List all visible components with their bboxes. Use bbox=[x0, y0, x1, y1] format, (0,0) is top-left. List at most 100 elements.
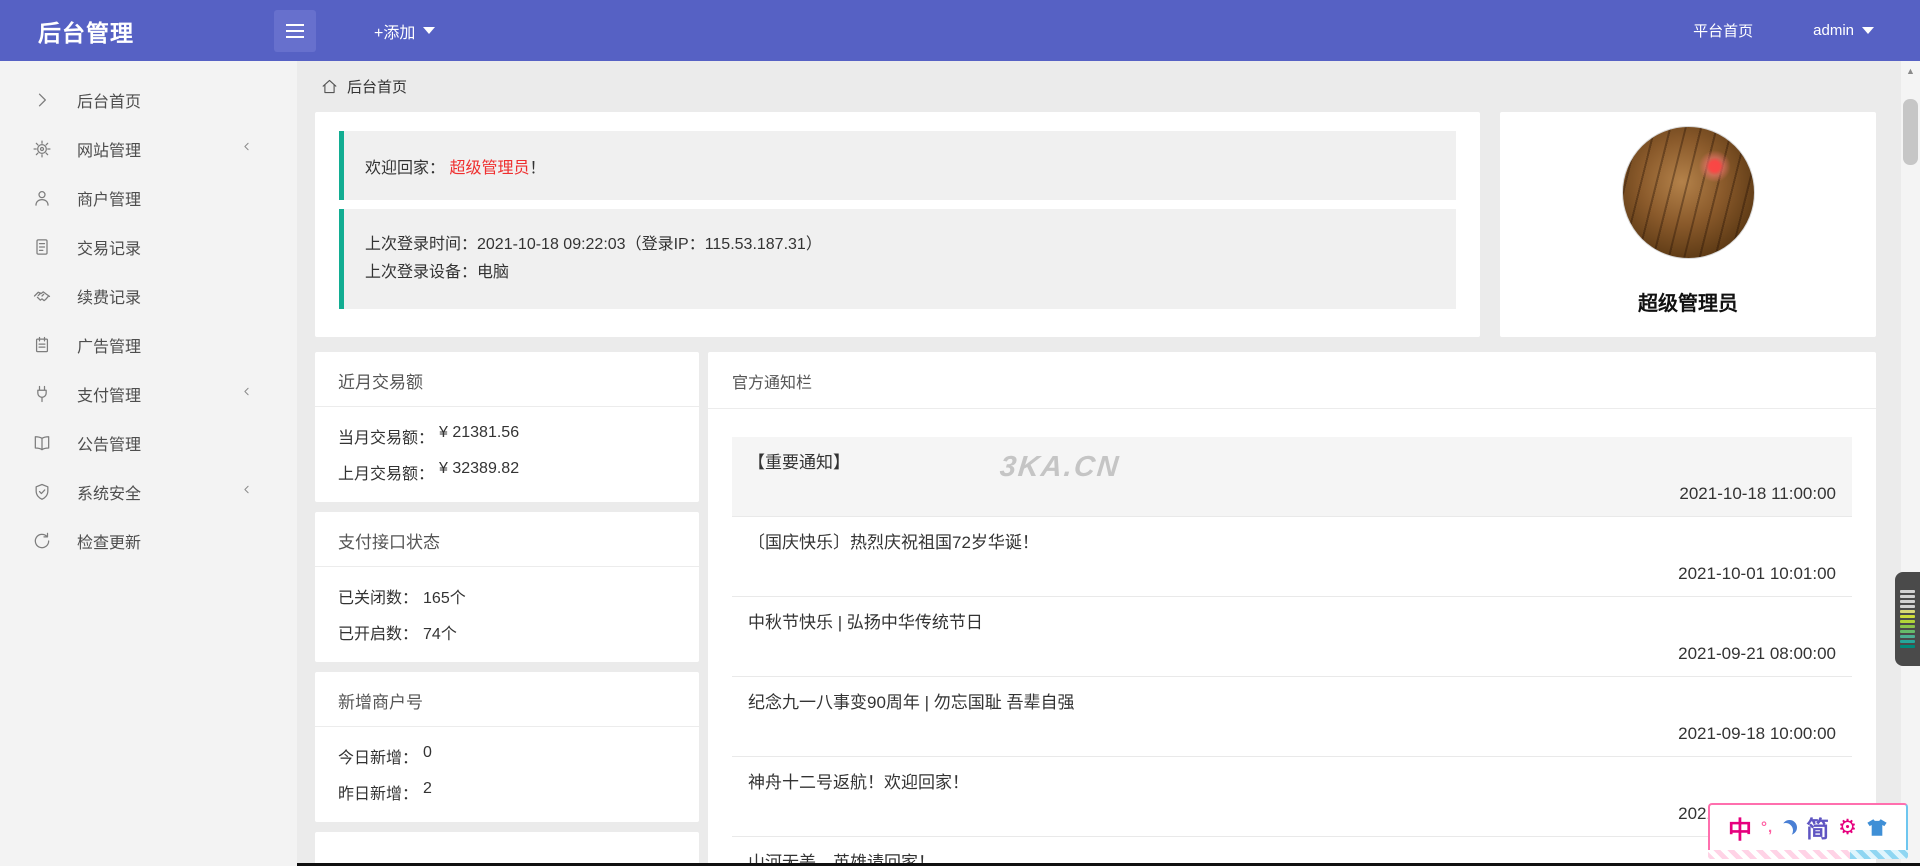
sidebar-item-site-management[interactable]: 网站管理 bbox=[0, 124, 297, 173]
last-login-time: 上次登录时间：2021-10-18 09:22:03（登录IP：115.53.1… bbox=[365, 236, 822, 253]
badge-stripe-band-right bbox=[1850, 850, 1908, 859]
watermark-text: 3KA.CN bbox=[998, 451, 1122, 483]
welcome-suffix: ！ bbox=[529, 159, 546, 177]
stat-value: ¥ 21381.56 bbox=[439, 424, 520, 441]
main-area: 后台首页 欢迎回家： 超级管理员！ 上次登录时间：2021-10-18 09:2… bbox=[297, 61, 1920, 866]
profile-card: 超级管理员 bbox=[1500, 112, 1876, 337]
sidebar-nav: 后台首页 网站管理 商户管理 交易记录 续费记录 广告管理 支付管理 公告管理 … bbox=[0, 61, 297, 866]
sidebar-item-label: 商户管理 bbox=[77, 191, 142, 209]
stat-line: 已关闭数： 165个 bbox=[338, 584, 676, 608]
shield-check-icon bbox=[31, 481, 52, 502]
notepad-icon bbox=[31, 334, 52, 355]
navbar-right: 平台首页 admin bbox=[1693, 20, 1920, 41]
sidebar-item-label: 交易记录 bbox=[77, 240, 142, 258]
stat-value: 0 bbox=[423, 744, 432, 761]
stat-line: 今日新增： 0 bbox=[338, 744, 676, 768]
equalizer-widget[interactable] bbox=[1895, 572, 1920, 666]
chevron-right-icon bbox=[31, 89, 52, 110]
stat-value: 74个 bbox=[423, 626, 457, 643]
add-button[interactable]: +添加 bbox=[374, 19, 436, 43]
sidebar-item-label: 支付管理 bbox=[77, 387, 142, 405]
sidebar-item-dashboard[interactable]: 后台首页 bbox=[0, 75, 297, 124]
top-navbar: 后台管理 +添加 平台首页 admin bbox=[0, 0, 1920, 61]
sidebar-item-announcement-management[interactable]: 公告管理 bbox=[0, 418, 297, 467]
moon-icon[interactable] bbox=[1782, 820, 1797, 835]
stat-label: 昨日新增： bbox=[338, 786, 419, 803]
breadcrumb-home-link[interactable]: 后台首页 bbox=[347, 76, 407, 97]
stat-label: 今日新增： bbox=[338, 750, 419, 767]
chevron-left-icon bbox=[240, 483, 253, 501]
plug-icon bbox=[31, 383, 52, 404]
equalizer-bar bbox=[1900, 645, 1915, 648]
last-login-device: 上次登录设备：电脑 bbox=[365, 264, 510, 281]
notice-row[interactable]: 中秋节快乐 | 弘扬中华传统节日 2021-09-21 08:00:00 bbox=[732, 597, 1852, 677]
gear-icon[interactable]: ⚙ bbox=[1838, 815, 1857, 840]
welcome-prefix: 欢迎回家： bbox=[365, 159, 446, 177]
scrollbar-thumb[interactable] bbox=[1903, 99, 1918, 165]
sidebar-item-system-security[interactable]: 系统安全 bbox=[0, 467, 297, 516]
sidebar-item-label: 后台首页 bbox=[77, 93, 142, 111]
equalizer-bar bbox=[1900, 630, 1915, 633]
admin-dashboard: 后台管理 +添加 平台首页 admin 后台首页 网站管理 商户管理 交易记录 … bbox=[0, 0, 1920, 866]
avatar[interactable] bbox=[1621, 126, 1755, 259]
notice-list: 【重要通知】 3KA.CN 2021-10-18 11:00:00 〔国庆快乐〕… bbox=[708, 409, 1876, 866]
welcome-alert: 欢迎回家： 超级管理员！ bbox=[339, 131, 1456, 200]
ime-simplified-label[interactable]: 简 bbox=[1806, 810, 1829, 844]
welcome-admin-name: 超级管理员 bbox=[449, 159, 530, 177]
sidebar-item-label: 网站管理 bbox=[77, 142, 142, 160]
notice-title: 〔国庆快乐〕热烈庆祝祖国72岁华诞！ bbox=[748, 533, 1039, 552]
shirt-icon[interactable] bbox=[1866, 818, 1888, 837]
last-login-alert: 上次登录时间：2021-10-18 09:22:03（登录IP：115.53.1… bbox=[339, 209, 1456, 309]
notice-title: 【重要通知】 bbox=[748, 453, 850, 472]
stat-line: 已开启数： 74个 bbox=[338, 620, 676, 644]
notice-row[interactable]: 【重要通知】 3KA.CN 2021-10-18 11:00:00 bbox=[732, 437, 1852, 517]
notice-date: 2021-10-18 11:00:00 bbox=[1679, 484, 1836, 503]
sidebar-item-renewal-records[interactable]: 续费记录 bbox=[0, 271, 297, 320]
sidebar-item-label: 检查更新 bbox=[77, 534, 142, 552]
refresh-icon bbox=[31, 530, 52, 551]
notice-row[interactable]: 神舟十二号返航！欢迎回家！ 2021-09-17 10:00:00 bbox=[732, 757, 1852, 837]
username-label: admin bbox=[1813, 22, 1854, 39]
sidebar-toggle-button[interactable] bbox=[274, 9, 316, 52]
chevron-down-icon bbox=[423, 27, 436, 34]
sidebar-item-label: 广告管理 bbox=[77, 338, 142, 356]
card-title: 新增商户号 bbox=[315, 672, 699, 727]
monthly-volume-card: 近月交易额 当月交易额： ¥ 21381.56 上月交易额： ¥ 32389.8… bbox=[315, 352, 699, 502]
notice-title: 中秋节快乐 | 弘扬中华传统节日 bbox=[748, 613, 983, 632]
vertical-scrollbar[interactable]: ▲ bbox=[1901, 61, 1920, 866]
stat-line: 昨日新增： 2 bbox=[338, 780, 676, 804]
equalizer-bar bbox=[1900, 610, 1915, 613]
platform-home-link[interactable]: 平台首页 bbox=[1693, 20, 1753, 41]
sidebar-item-ad-management[interactable]: 广告管理 bbox=[0, 320, 297, 369]
app-title: 后台管理 bbox=[38, 19, 134, 46]
equalizer-bar bbox=[1900, 635, 1915, 638]
sidebar-item-check-update[interactable]: 检查更新 bbox=[0, 516, 297, 565]
sidebar-item-transaction-records[interactable]: 交易记录 bbox=[0, 222, 297, 271]
ime-chinese-mode-label[interactable]: 中 bbox=[1728, 810, 1752, 845]
add-button-label: +添加 bbox=[374, 24, 416, 42]
ime-punctuation-label[interactable]: °, bbox=[1761, 819, 1773, 836]
sidebar-item-payment-management[interactable]: 支付管理 bbox=[0, 369, 297, 418]
breadcrumb: 后台首页 bbox=[297, 61, 1920, 112]
equalizer-bar bbox=[1900, 640, 1915, 643]
home-icon bbox=[322, 79, 337, 94]
card-title: 支付接口状态 bbox=[315, 512, 699, 567]
equalizer-bar bbox=[1900, 605, 1915, 608]
sidebar-item-merchant-management[interactable]: 商户管理 bbox=[0, 173, 297, 222]
notice-title: 神舟十二号返航！欢迎回家！ bbox=[748, 773, 969, 792]
stat-value: 2 bbox=[423, 780, 432, 797]
notice-row[interactable]: 纪念九一八事变90周年 | 勿忘国耻 吾辈自强 2021-09-18 10:00… bbox=[732, 677, 1852, 757]
notice-title: 纪念九一八事变90周年 | 勿忘国耻 吾辈自强 bbox=[748, 693, 1075, 712]
equalizer-bar bbox=[1900, 625, 1915, 628]
sidebar-item-label: 系统安全 bbox=[77, 485, 142, 503]
gear-icon bbox=[31, 138, 52, 159]
notice-board-card: 官方通知栏 【重要通知】 3KA.CN 2021-10-18 11:00:00 … bbox=[708, 352, 1876, 866]
scroll-up-button[interactable]: ▲ bbox=[1901, 61, 1920, 80]
notice-row[interactable]: 〔国庆快乐〕热烈庆祝祖国72岁华诞！ 2021-10-01 10:01:00 bbox=[732, 517, 1852, 597]
stat-value: 165个 bbox=[423, 590, 466, 607]
stat-value: ¥ 32389.82 bbox=[439, 460, 520, 477]
user-menu[interactable]: admin bbox=[1813, 22, 1874, 39]
ime-extension-badge[interactable]: 中 °, 简 ⚙ bbox=[1708, 803, 1908, 859]
payment-interface-status-card: 支付接口状态 已关闭数： 165个 已开启数： 74个 bbox=[315, 512, 699, 662]
notice-row[interactable]: 山河无恙，英雄请回家！ bbox=[732, 837, 1852, 866]
